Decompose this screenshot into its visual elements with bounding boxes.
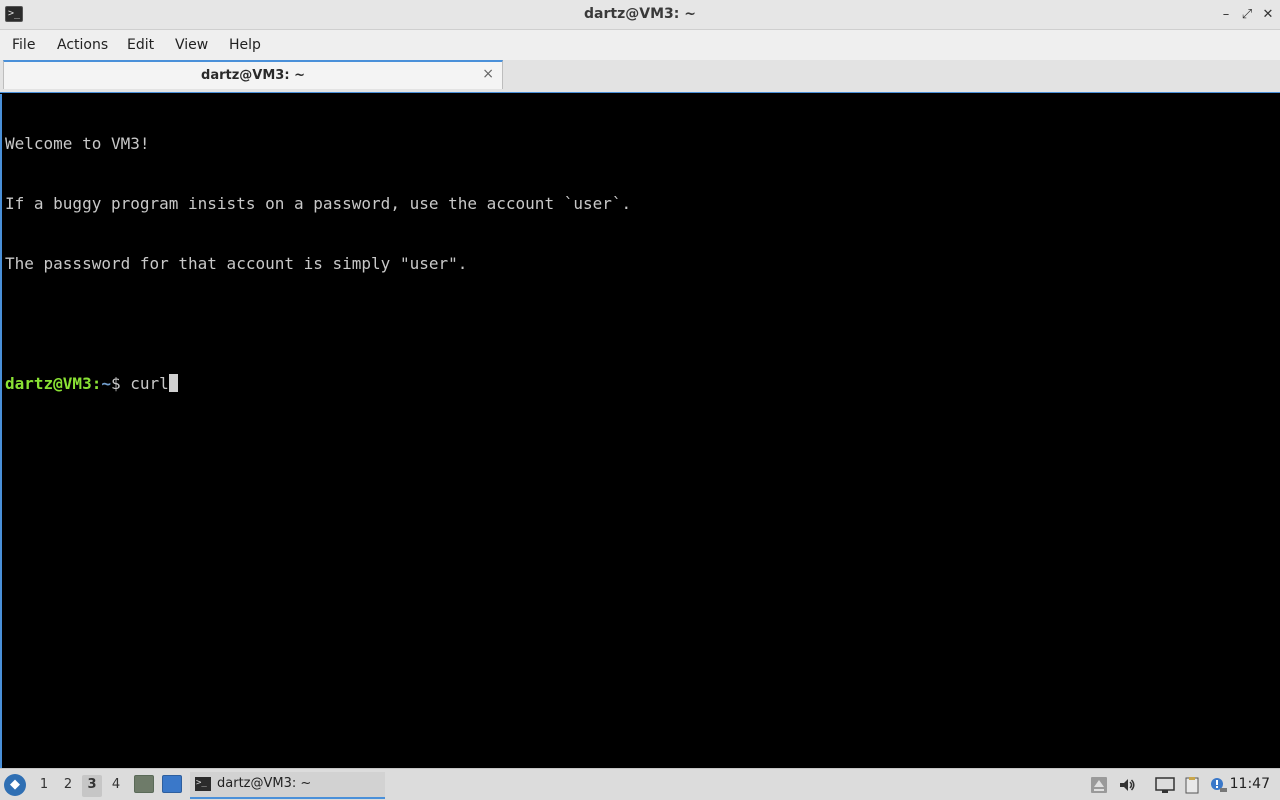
prompt-user-host: dartz@VM3 [5,374,92,393]
close-button[interactable]: ✕ [1260,6,1276,24]
file-manager-icon[interactable] [134,775,154,793]
terminal-icon: >_ [195,777,211,791]
terminal-line: If a buggy program insists on a password… [5,194,632,213]
workspace-3[interactable]: 3 [82,775,102,797]
network-icon[interactable] [1155,776,1175,794]
prompt-line[interactable]: dartz@VM3:~$ curl [5,374,1280,394]
start-menu-icon[interactable]: ◆ [4,774,26,796]
command-input[interactable]: curl [130,374,169,393]
prompt-path: ~ [101,374,111,393]
workspace-4[interactable]: 4 [106,775,126,797]
workspace-1[interactable]: 1 [34,775,54,797]
tab-close-icon[interactable]: × [482,66,494,82]
taskbar: ◆ 1 2 3 4 >_ dartz@VM3: ~ 11:47 [0,768,1280,800]
terminal-line: Welcome to VM3! [5,134,150,153]
maximize-button[interactable]: ⤢ [1239,6,1255,24]
window-titlebar[interactable]: >_ dartz@VM3: ~ – ⤢ ✕ [0,0,1280,30]
prompt-symbol: $ [110,374,131,393]
menu-edit[interactable]: Edit [127,37,154,53]
upload-icon[interactable] [1090,776,1108,794]
taskbar-task-label: dartz@VM3: ~ [217,776,312,791]
window-title: dartz@VM3: ~ [584,6,696,22]
menu-bar: File Actions Edit View Help [0,30,1280,60]
notification-icon[interactable] [1208,776,1228,794]
clipboard-icon[interactable] [1183,776,1201,794]
workspace-2[interactable]: 2 [58,775,78,797]
menu-view[interactable]: View [175,37,208,53]
terminal-output[interactable]: Welcome to VM3! If a buggy program insis… [0,94,1280,768]
show-desktop-icon[interactable] [162,775,182,793]
taskbar-terminal-button[interactable]: >_ dartz@VM3: ~ [190,772,385,799]
prompt-separator: : [91,374,102,393]
menu-help[interactable]: Help [229,37,261,53]
tab-terminal[interactable]: dartz@VM3: ~ × [3,60,503,89]
text-cursor [168,374,178,392]
tab-bar: dartz@VM3: ~ × [0,60,1280,93]
volume-icon[interactable] [1118,776,1136,794]
tab-label: dartz@VM3: ~ [201,68,305,83]
clock[interactable]: 11:47 [1230,776,1270,792]
menu-file[interactable]: File [12,37,35,53]
menu-actions[interactable]: Actions [57,37,108,53]
minimize-button[interactable]: – [1218,6,1234,24]
terminal-line: The passsword for that account is simply… [5,254,468,273]
